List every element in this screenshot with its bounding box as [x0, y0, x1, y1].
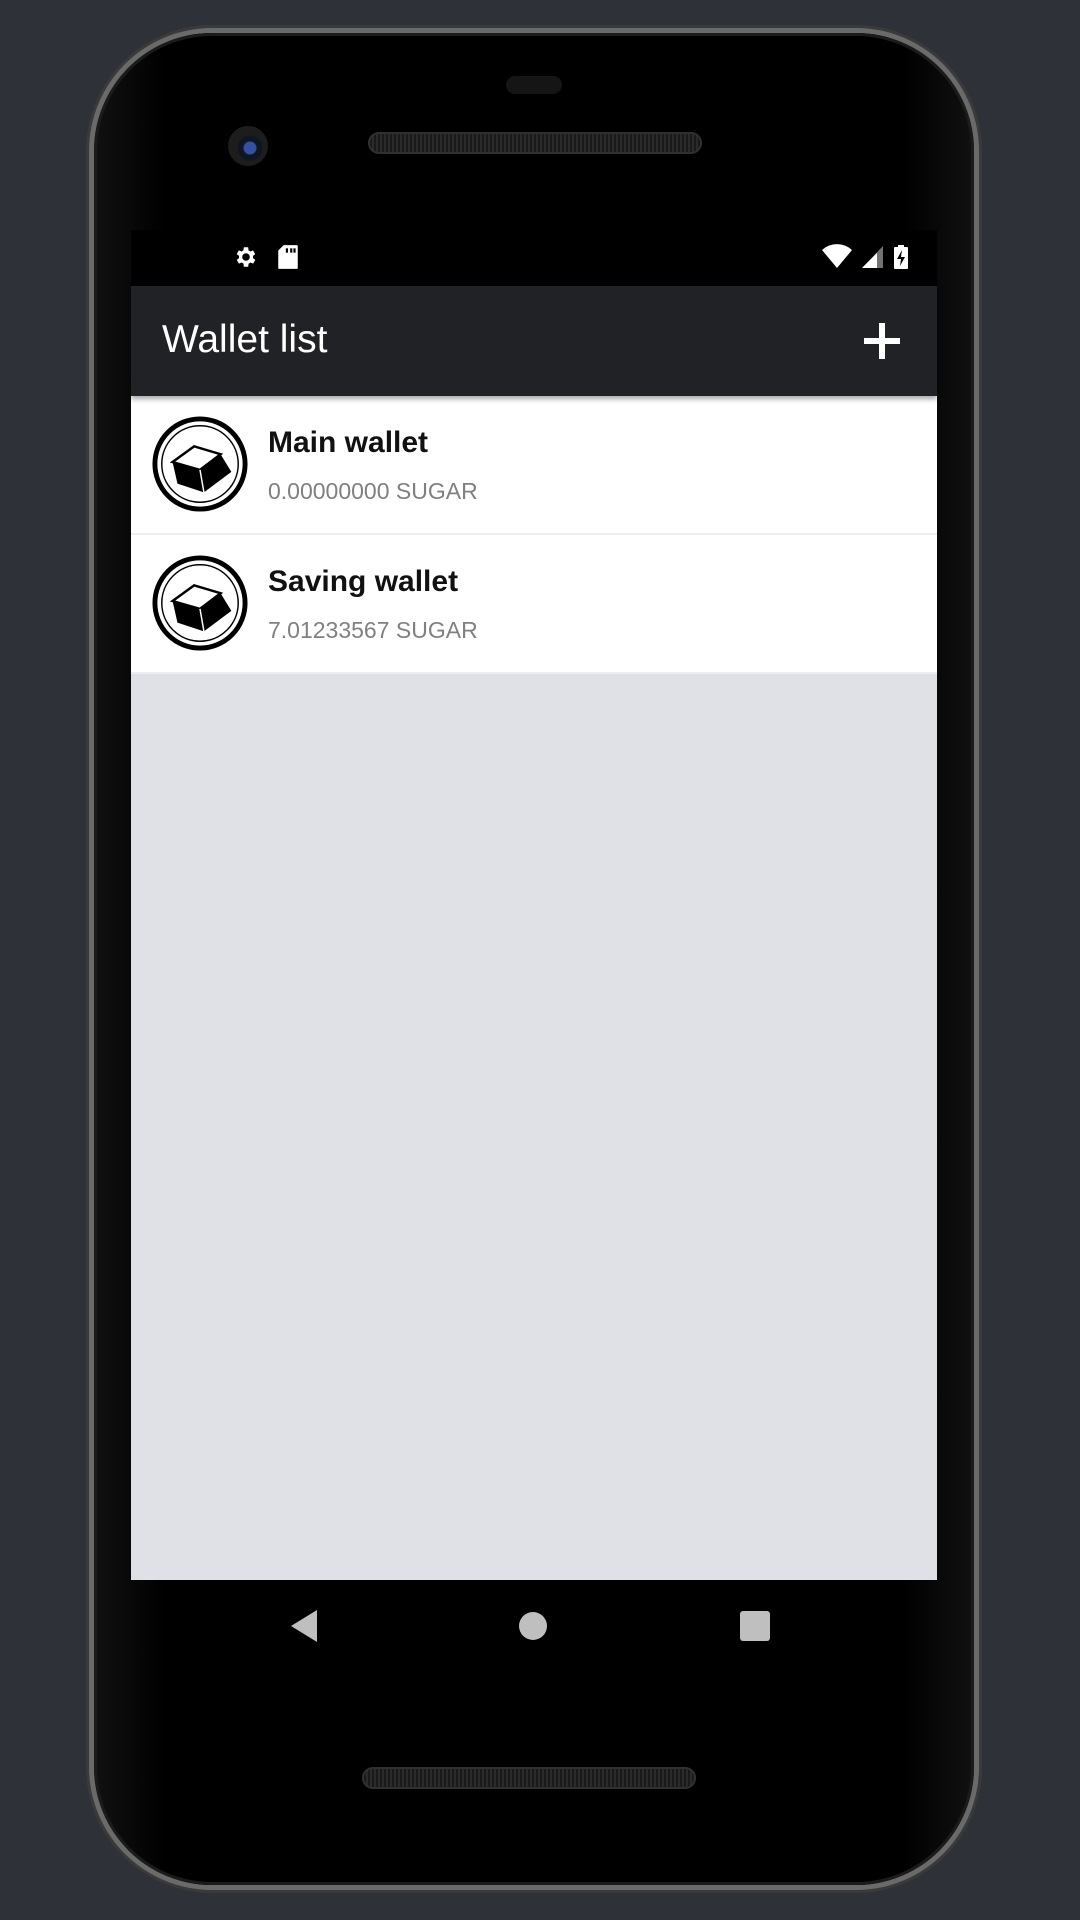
- top-speaker: [368, 132, 702, 154]
- wifi-icon: [821, 244, 853, 275]
- power-button[interactable]: [974, 516, 982, 642]
- wallet-balance: 7.01233567 SUGAR: [268, 617, 478, 643]
- navigation-bar: [131, 1580, 937, 1672]
- sugar-cube-icon: [151, 554, 249, 652]
- gear-icon: [233, 244, 259, 275]
- front-camera: [228, 126, 268, 166]
- status-bar: [131, 230, 937, 286]
- sugar-cube-icon: [151, 415, 249, 513]
- home-circle-icon: [519, 1612, 547, 1640]
- volume-button[interactable]: [974, 795, 982, 1047]
- wallet-name: Main wallet: [268, 426, 429, 459]
- screen: Wallet list Main wallet 0.00000000 SUGAR: [131, 230, 937, 1580]
- home-button[interactable]: [505, 1598, 561, 1654]
- page-title: Wallet list: [162, 318, 328, 361]
- wallet-list: Main wallet 0.00000000 SUGAR Saving wall…: [131, 396, 937, 674]
- battery-charging-icon: [893, 244, 909, 275]
- cell-signal-icon: [861, 244, 885, 275]
- wallet-item-saving[interactable]: Saving wallet 7.01233567 SUGAR: [131, 535, 937, 674]
- app-bar: Wallet list: [131, 286, 937, 396]
- back-button[interactable]: [277, 1598, 333, 1654]
- proximity-sensor: [506, 76, 562, 94]
- recent-square-icon: [740, 1611, 770, 1641]
- back-triangle-icon: [291, 1610, 317, 1642]
- wallet-name: Saving wallet: [268, 565, 459, 598]
- sd-card-icon: [277, 244, 299, 275]
- wallet-balance: 0.00000000 SUGAR: [268, 478, 478, 504]
- recent-apps-button[interactable]: [727, 1598, 783, 1654]
- bottom-speaker: [362, 1767, 696, 1789]
- plus-icon: [864, 323, 900, 359]
- wallet-item-main[interactable]: Main wallet 0.00000000 SUGAR: [131, 396, 937, 535]
- add-wallet-button[interactable]: [855, 314, 909, 368]
